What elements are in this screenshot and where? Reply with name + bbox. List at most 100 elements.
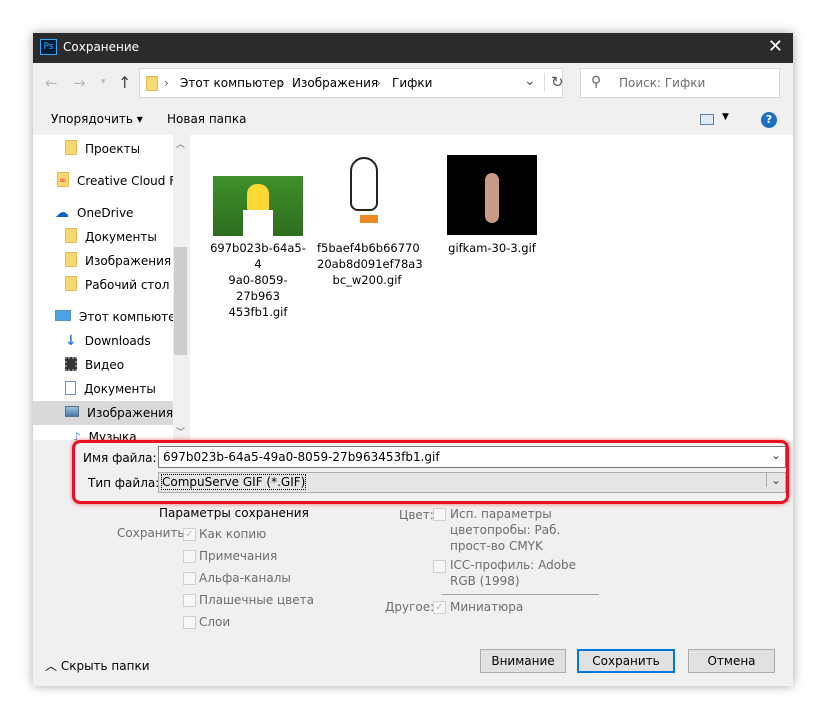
file-name[interactable]: gifkam-30-3.gif (442, 240, 542, 256)
sidebar-item-label: Этот компьютер (79, 310, 184, 324)
save-option-checkbox[interactable]: ✓ (183, 528, 196, 541)
proof-checkbox[interactable] (433, 508, 446, 521)
breadcrumb-item[interactable]: Изображения (292, 76, 378, 90)
filename-input[interactable]: 697b023b-64a5-49a0-8059-27b963453fb1.gif… (158, 446, 786, 468)
warning-button[interactable]: Внимание (480, 649, 566, 673)
divider (442, 594, 599, 595)
sidebar-item-label: Видео (85, 358, 125, 372)
search-icon: ⚲ (591, 74, 602, 90)
sidebar-item-label: Музыка (88, 430, 137, 440)
color-label: Цвет: (399, 508, 434, 522)
refresh-icon[interactable]: ↻ (544, 73, 564, 91)
sidebar-item-label: Документы (84, 382, 156, 396)
music-icon: ♪ (73, 430, 81, 440)
photoshop-app-icon: Ps (40, 39, 57, 55)
breadcrumb-item[interactable]: Гифки (392, 76, 432, 90)
sidebar-item-label: Изображения (85, 254, 172, 268)
chevron-down-icon[interactable]: ⌄ (771, 448, 781, 462)
file-list: 697b023b-64a5-4 9a0-8059-27b963 453fb1.gif… (190, 135, 793, 440)
sidebar-item[interactable]: ∞ Creative Cloud Fil (33, 169, 182, 193)
folder-icon (65, 276, 77, 294)
title-bar: Ps Сохранение ✕ (33, 33, 793, 63)
up-arrow-icon[interactable]: ↑ (118, 73, 131, 92)
address-bar[interactable]: › Этот компьютер › Изображения › Гифки ⌄… (139, 68, 564, 98)
creative-cloud-folder-icon: ∞ (57, 172, 69, 190)
save-dialog: Ps Сохранение ✕ ← → ▾ ↑ › Этот компьютер… (33, 33, 793, 686)
file-thumbnail[interactable] (213, 176, 303, 236)
file-name[interactable]: 697b023b-64a5-4 9a0-8059-27b963 453fb1.gif (208, 240, 308, 320)
back-arrow-icon[interactable]: ← (45, 74, 58, 92)
filename-value: 697b023b-64a5-49a0-8059-27b963453fb1.gif (163, 450, 440, 464)
filetype-label: Тип файла: (88, 476, 160, 490)
sidebar-item-label: Creative Cloud Fil (77, 174, 182, 188)
thumbnail-checkbox[interactable]: ✓ (433, 601, 446, 614)
save-button[interactable]: Сохранить (577, 649, 675, 673)
close-icon[interactable]: ✕ (768, 36, 783, 57)
filetype-value: CompuServe GIF (*.GIF) (160, 474, 307, 490)
onedrive-cloud-icon: ☁ (55, 205, 69, 221)
document-icon (65, 380, 76, 398)
scrollbar-thumb[interactable] (174, 247, 187, 355)
sidebar-item[interactable]: Документы (33, 225, 173, 249)
file-thumbnail[interactable] (447, 155, 537, 235)
sidebar-item[interactable]: Документы (33, 377, 173, 401)
sidebar-item[interactable]: ☁ OneDrive (33, 201, 173, 225)
filetype-select[interactable]: CompuServe GIF (*.GIF) ⌄ (158, 472, 786, 493)
save-label: Сохранить: (117, 526, 189, 540)
sidebar-item-label: Рабочий стол (85, 278, 170, 292)
hide-folders-button[interactable]: ︿ Скрыть папки (45, 657, 150, 674)
view-options-icon[interactable] (700, 114, 714, 125)
save-option-label: Альфа-каналы (199, 571, 291, 585)
file-name[interactable]: f5baef4b6b66770 20ab8d091ef78a3 bc_w200.gi… (317, 240, 423, 288)
sidebar-item-label: Downloads (84, 334, 151, 348)
file-thumbnail[interactable] (338, 153, 398, 237)
chevron-down-icon[interactable]: ⌄ (765, 473, 781, 487)
folder-icon (65, 228, 77, 246)
navigation-pane: Проекты ∞ Creative Cloud Fil ☁ OneDrive Докум… (33, 135, 188, 440)
computer-icon (55, 310, 71, 324)
cancel-button[interactable]: Отмена (688, 649, 775, 673)
sidebar-scrollbar[interactable]: ︿ ﹀ (173, 135, 188, 440)
save-option-checkbox[interactable] (183, 572, 196, 585)
save-option-checkbox[interactable] (183, 550, 196, 563)
save-option-label: Как копию (199, 527, 267, 541)
sidebar-item-label: Проекты (85, 142, 141, 156)
sidebar-item[interactable]: Изображения (33, 249, 173, 273)
pictures-icon (65, 406, 79, 420)
sidebar-item[interactable]: Рабочий стол (33, 273, 173, 297)
thumbnail-label: Миниатюра (450, 600, 524, 614)
save-option-label: Плашечные цвета (199, 593, 314, 607)
sidebar-item[interactable]: Проекты (33, 137, 173, 161)
breadcrumb-item[interactable]: Этот компьютер (180, 76, 284, 90)
sidebar-item[interactable]: ↓ Downloads (33, 329, 173, 353)
organize-button[interactable]: Упорядочить ▾ (51, 112, 143, 126)
other-label: Другое: (385, 600, 435, 614)
sidebar-item[interactable]: ♪ Музыка (33, 425, 173, 440)
recent-chevron-icon[interactable]: ▾ (101, 77, 106, 87)
help-icon[interactable]: ? (761, 112, 777, 128)
sidebar-item[interactable]: Этот компьютер (33, 305, 183, 329)
icc-checkbox[interactable] (433, 560, 446, 573)
sidebar-item[interactable]: Изображения (33, 401, 173, 425)
save-option-checkbox[interactable] (183, 616, 196, 629)
download-icon: ↓ (65, 333, 77, 349)
filename-label: Имя файла: (83, 451, 157, 465)
sidebar-item-label: OneDrive (77, 206, 134, 220)
window-title: Сохранение (63, 40, 140, 54)
folder-icon (65, 252, 77, 270)
address-dropdown-icon[interactable]: ⌄ (524, 73, 536, 89)
view-dropdown-icon[interactable]: ▼ (722, 112, 729, 122)
icc-label: ICC-профиль: Adobe RGB (1998) (450, 558, 577, 588)
sidebar-item-label: Документы (85, 230, 157, 244)
new-folder-button[interactable]: Новая папка (167, 112, 246, 126)
sidebar-item[interactable]: Видео (33, 353, 173, 377)
folder-icon (65, 140, 77, 158)
save-options-heading: Параметры сохранения (159, 506, 309, 520)
folder-icon (146, 76, 158, 91)
save-option-label: Примечания (199, 549, 278, 563)
save-option-checkbox[interactable] (183, 594, 196, 607)
video-icon (65, 356, 77, 374)
forward-arrow-icon[interactable]: → (73, 74, 86, 92)
search-input[interactable]: ⚲ Поиск: Гифки (580, 68, 780, 98)
save-option-label: Слои (199, 615, 231, 629)
